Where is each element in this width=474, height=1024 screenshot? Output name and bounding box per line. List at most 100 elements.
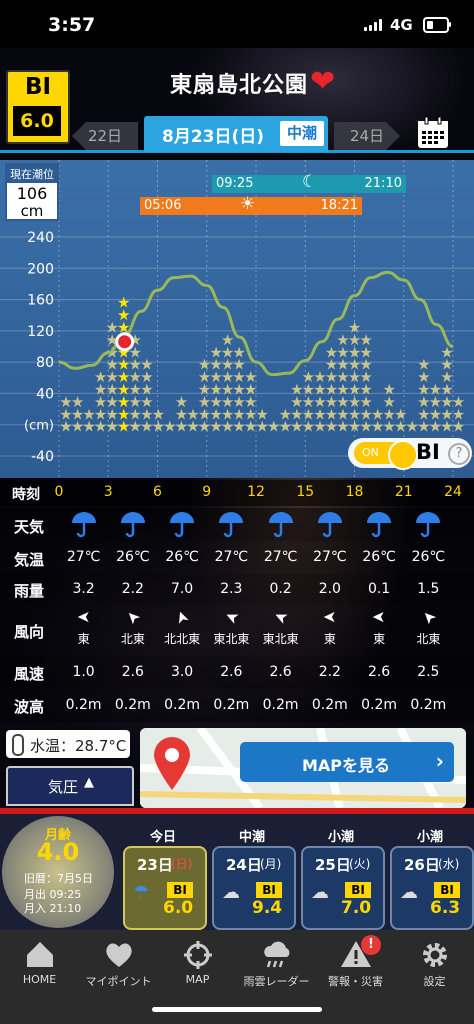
bite-star: ★ (244, 368, 257, 386)
umbrella-icon (207, 510, 256, 542)
tab-gear[interactable]: 設定 (395, 933, 474, 989)
bi-toggle-label: BI (416, 440, 440, 464)
battery-icon (423, 17, 449, 33)
weather-cell: 3.0 (170, 663, 194, 680)
map-button[interactable]: MAPを見る › (240, 742, 454, 782)
heart-icon (79, 933, 158, 975)
calendar-icon[interactable] (416, 116, 450, 150)
weather-cell: 26℃ (165, 549, 199, 565)
weather-cell: 0.2m (65, 696, 102, 713)
status-bar: 3:57 4G (0, 0, 474, 48)
forecast-head: 小潮 (416, 830, 443, 845)
bi-toggle-switch[interactable]: ON (354, 440, 418, 470)
y-tick-label: 160 (27, 293, 54, 309)
weather-cell: 1.5 (417, 580, 440, 597)
moon-icon: ☾ (302, 172, 318, 192)
tab-crosshair[interactable]: MAP (158, 933, 237, 986)
forecast-day-card[interactable]: 26日 (水) ☁ BI 6.3 (390, 846, 474, 930)
umbrella-icon (404, 510, 453, 542)
sunset-time: 18:21 (320, 198, 358, 213)
tab-heart[interactable]: マイポイント (79, 933, 158, 989)
current-tide-marker (115, 332, 135, 352)
sun-icon: ☀ (240, 194, 256, 214)
map-card[interactable]: MAPを見る › (140, 728, 466, 808)
bite-star: ★ (232, 343, 245, 361)
weather-row-label: 風速 (13, 665, 44, 683)
weather-row-label: 雨量 (13, 582, 44, 600)
wind-direction: ➤ 北北東 (158, 608, 207, 647)
wind-direction-label: 東北東 (262, 632, 299, 646)
bi-toggle[interactable]: ON BI ? (348, 438, 472, 470)
wind-direction-label: 東北東 (213, 632, 250, 646)
forecast-date: 24日 (226, 856, 262, 874)
bi-toggle-state: ON (362, 446, 379, 459)
tab-warning[interactable]: ! 警報・災害 (316, 933, 395, 989)
weather-cell: 27℃ (214, 549, 249, 565)
moonrise-time: 09:25 (216, 176, 254, 191)
forecast-dow: (月) (260, 857, 282, 871)
forecast-day-card[interactable]: 25日 (火) ☁ BI 7.0 (301, 846, 385, 930)
bi-mini-label: BI (256, 882, 282, 898)
weather-cell: 27℃ (313, 549, 347, 565)
weather-cell: 2.6 (367, 663, 391, 680)
time-tick: 0 (54, 484, 64, 500)
time-tick: 18 (345, 484, 364, 500)
current-tide-box: 現在潮位 106 cm (5, 163, 59, 221)
weather-cell: 2.6 (269, 663, 292, 680)
moonset: 月入 21:10 (24, 902, 82, 915)
wind-direction: ➤ 北東 (108, 606, 157, 647)
y-tick-label: 240 (27, 230, 54, 246)
weather-cell: 0.2m (213, 696, 250, 713)
favorite-heart-icon[interactable]: ❤ (310, 64, 335, 99)
wind-arrow-icon: ➤ (76, 608, 91, 627)
bi-toggle-knob (388, 440, 418, 470)
tab-rain-cloud[interactable]: 雨雲レーダー (237, 933, 316, 989)
umbrella-icon (256, 510, 305, 542)
tab-label: 警報・災害 (328, 975, 383, 988)
rain-cloud-icon (237, 933, 316, 975)
tab-label: マイポイント (85, 975, 152, 988)
pressure-tab[interactable]: 気圧 ▲ (6, 766, 134, 806)
forecast-head: 小潮 (327, 830, 354, 845)
pressure-label: 気圧 (48, 778, 79, 796)
weather-cell: 26℃ (362, 549, 396, 565)
next-day-button[interactable]: 24日 (334, 122, 400, 150)
wind-arrow-icon: ➤ (416, 606, 440, 629)
thermometer-icon (12, 734, 24, 756)
weather-cell: 2.5 (417, 663, 440, 680)
wind-direction-label: 東 (323, 632, 336, 646)
forecast-day-card[interactable]: 24日 (月) ☁ BI 9.4 (212, 846, 296, 930)
y-tick-label: 200 (27, 261, 54, 277)
current-tide-unit: cm (20, 202, 44, 220)
time-tick: 9 (202, 484, 212, 500)
weather-cell: 2.3 (220, 580, 243, 597)
map-button-label: MAPを見る (302, 756, 391, 775)
signal-icon (364, 19, 386, 31)
forecast-day-card[interactable]: 23日 (日) ☂ BI 6.0 (123, 846, 207, 930)
bite-star: ★ (452, 393, 465, 411)
umbrella-icon (158, 510, 207, 542)
y-tick-label: -40 (31, 449, 54, 465)
forecast-head: 中潮 (238, 830, 265, 845)
water-temp: 水温：28.7°C (30, 737, 127, 755)
gear-icon (395, 933, 474, 975)
current-date: 8月23日(日) (162, 127, 265, 147)
weather-cell: 2.2 (121, 580, 144, 597)
weather-cell: 7.0 (170, 580, 194, 597)
wind-direction-label: 北東 (120, 632, 145, 646)
tab-home[interactable]: HOME (0, 933, 79, 986)
bite-star: ★ (417, 356, 430, 374)
bi-mini-label: BI (167, 882, 193, 898)
wind-arrow-icon: ➤ (221, 606, 242, 629)
wind-arrow-icon: ➤ (170, 607, 194, 628)
weather-row-label: 風向 (13, 623, 44, 641)
crosshair-icon (158, 933, 237, 975)
wind-direction-label: 東 (77, 632, 90, 646)
wind-direction: ➤ 東 (59, 608, 108, 647)
wind-arrow-icon: ➤ (121, 606, 145, 629)
wind-direction: ➤ 北東 (404, 606, 453, 647)
forecast-bi: 6.3 (430, 898, 461, 918)
prev-day-button[interactable]: 22日 (72, 122, 138, 150)
bi-mini-label: BI (434, 882, 460, 898)
help-icon[interactable]: ? (448, 443, 470, 465)
